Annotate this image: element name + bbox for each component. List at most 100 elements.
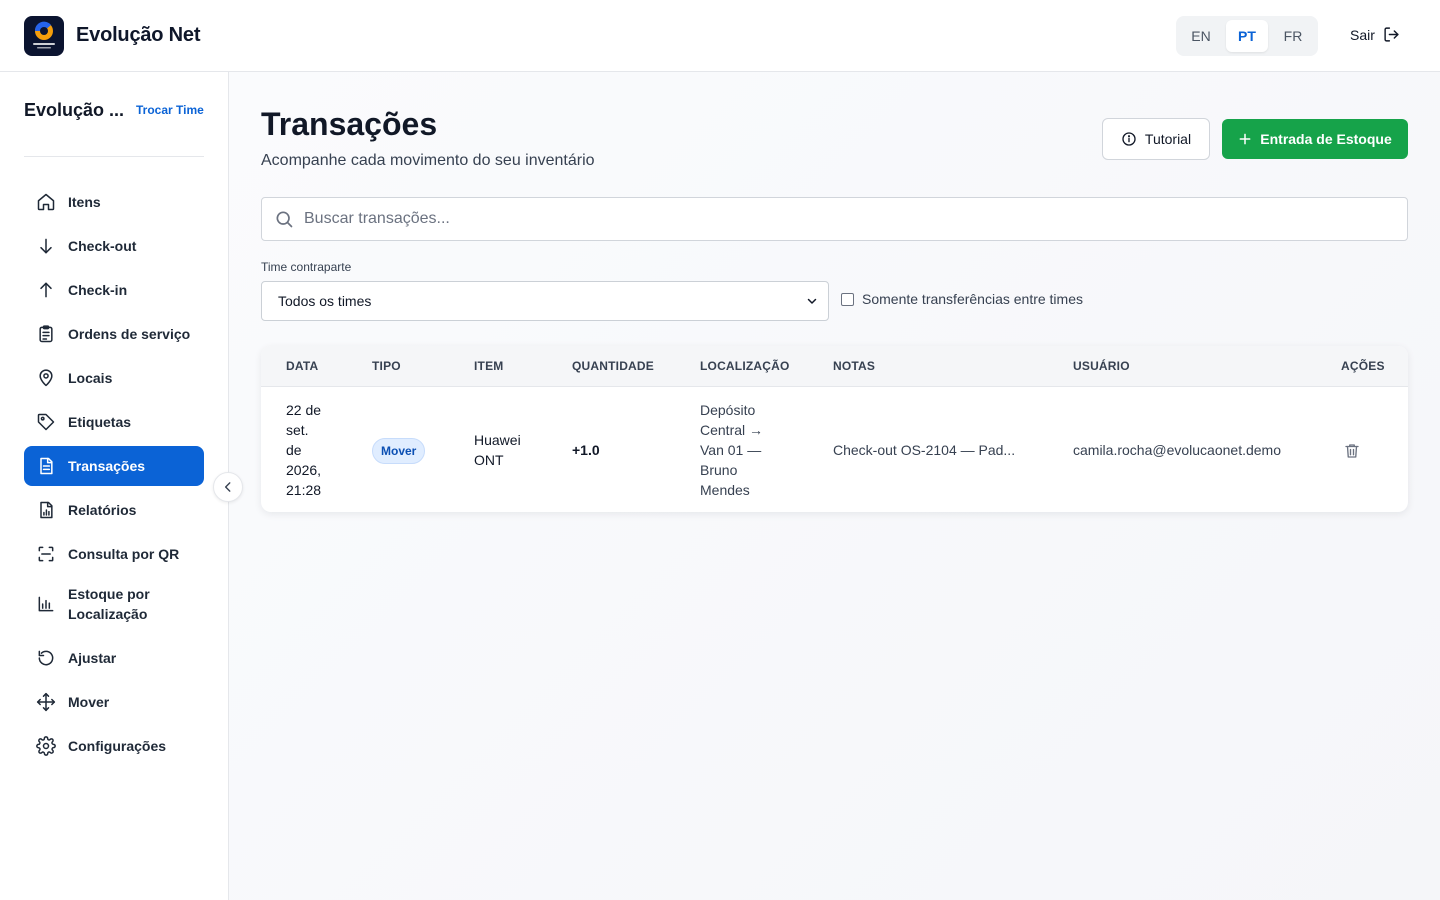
cell-notes: Check-out OS-2104 — Pad... <box>833 442 1016 458</box>
logout-button[interactable]: Sair <box>1350 26 1400 43</box>
info-icon <box>1122 132 1136 146</box>
sidebar-item-ordens-de-servico[interactable]: Ordens de serviço <box>24 314 204 354</box>
sidebar-item-mover[interactable]: Mover <box>24 682 204 722</box>
cell-date-line: 2026, <box>286 462 322 478</box>
sidebar-item-label: Ordens de serviço <box>68 326 191 342</box>
tag-icon <box>36 412 56 432</box>
chevron-down-icon <box>807 298 817 304</box>
cell-location: Depósito Central → Van 01 — Bruno Mendes <box>700 400 763 500</box>
table-header: DATA TIPO ITEM QUANTIDADE LOCALIZAÇÃO NO… <box>261 346 1408 387</box>
brand-logo[interactable] <box>24 16 64 56</box>
tutorial-button[interactable]: Tutorial <box>1102 118 1210 160</box>
sidebar-item-label: Mover <box>68 694 110 710</box>
cell-location-line: Central → <box>700 422 764 438</box>
search-input[interactable] <box>304 210 1384 228</box>
counterpart-team-select[interactable]: Todos os times <box>261 281 829 321</box>
cell-date-line: de <box>286 442 302 458</box>
cell-date-line: set. <box>286 422 309 438</box>
sidebar-item-label: Check-in <box>68 282 128 298</box>
sidebar-item-locais[interactable]: Locais <box>24 358 204 398</box>
arrow-down-icon <box>36 236 56 256</box>
cell-date-line: 22 de <box>286 402 322 418</box>
sidebar-item-label: Itens <box>68 194 101 210</box>
document-icon <box>36 456 56 476</box>
column-header-actions: AÇÕES <box>1341 359 1385 373</box>
cell-location-line: Bruno <box>700 462 738 478</box>
sidebar-item-label: Estoque por Localização <box>68 586 150 622</box>
main-content: Transações Acompanhe cada movimento do s… <box>229 72 1440 900</box>
logout-label: Sair <box>1350 26 1375 43</box>
cell-date: 22 de set. de 2026, 21:28 <box>286 400 321 500</box>
bar-chart-icon <box>36 594 56 614</box>
sidebar-item-label: Check-out <box>68 238 137 254</box>
sidebar-item-label: Ajustar <box>68 650 117 666</box>
cell-user: camila.rocha@evolucaonet.demo <box>1073 442 1281 458</box>
stock-entry-label: Entrada de Estoque <box>1260 131 1392 147</box>
select-value: Todos os times <box>278 293 372 309</box>
sidebar-item-label: Configurações <box>68 738 167 754</box>
cell-quantity: +1.0 <box>572 442 600 458</box>
counterpart-team-label: Time contraparte <box>261 260 352 274</box>
switch-team-link[interactable]: Trocar Time <box>136 103 204 117</box>
search-bar <box>261 197 1408 241</box>
cell-item-line: ONT <box>474 452 504 468</box>
sidebar-item-estoque-por-localizacao[interactable]: Estoque por Localização <box>24 578 204 630</box>
brand-name: Evolução Net <box>76 24 201 46</box>
chevron-left-icon <box>224 482 231 492</box>
inter-team-checkbox[interactable] <box>841 292 854 306</box>
tutorial-label: Tutorial <box>1144 131 1192 147</box>
column-header-notes[interactable]: NOTAS <box>833 359 875 373</box>
logout-icon <box>1384 27 1399 42</box>
sidebar-item-relatorios[interactable]: Relatórios <box>24 490 204 530</box>
sidebar-divider <box>24 156 204 157</box>
language-pt-button[interactable]: PT <box>1226 20 1268 52</box>
sidebar-item-itens[interactable]: Itens <box>24 182 204 222</box>
move-icon <box>36 692 56 712</box>
page-title: Transações <box>261 106 438 142</box>
language-en-button[interactable]: EN <box>1180 20 1222 52</box>
plus-icon <box>1239 133 1251 145</box>
column-header-item[interactable]: ITEM <box>474 359 503 373</box>
sidebar-item-label: Relatórios <box>68 502 137 518</box>
sidebar-item-transacoes[interactable]: Transações <box>24 446 204 486</box>
collapse-sidebar-button[interactable] <box>213 472 243 502</box>
stock-entry-button[interactable]: Entrada de Estoque <box>1222 119 1408 159</box>
column-header-quantity[interactable]: QUANTIDADE <box>572 359 654 373</box>
sidebar-nav: Itens Check-out Check-in Ordens de servi… <box>24 182 204 770</box>
sidebar: Evolução ... Trocar Time Itens Check-out… <box>0 72 229 900</box>
sidebar-item-etiquetas[interactable]: Etiquetas <box>24 402 204 442</box>
top-bar: Evolução Net EN PT FR Sair <box>0 0 1440 72</box>
inter-team-filter: Somente transferências entre times <box>841 291 1083 307</box>
sidebar-item-ajustar[interactable]: Ajustar <box>24 638 204 678</box>
map-pin-icon <box>36 368 56 388</box>
sidebar-item-label: Locais <box>68 370 113 386</box>
cell-location-line: Van 01 — <box>700 442 762 458</box>
language-switcher: EN PT FR <box>1176 16 1318 56</box>
cell-location-line: Depósito <box>700 402 756 418</box>
search-icon <box>276 211 293 228</box>
column-header-user[interactable]: USUÁRIO <box>1073 359 1130 373</box>
sidebar-item-label: Consulta por QR <box>68 546 180 562</box>
column-header-date[interactable]: DATA <box>286 359 318 373</box>
trash-icon[interactable] <box>1343 442 1361 460</box>
cell-location-line: Mendes <box>700 482 750 498</box>
type-badge: Mover <box>372 438 426 464</box>
gear-icon <box>36 736 56 756</box>
column-header-location[interactable]: LOCALIZAÇÃO <box>700 359 790 373</box>
arrow-up-icon <box>36 280 56 300</box>
qr-scan-icon <box>36 544 56 564</box>
column-header-type[interactable]: TIPO <box>372 359 401 373</box>
inter-team-label: Somente transferências entre times <box>862 291 1083 307</box>
rotate-icon <box>36 648 56 668</box>
cell-item-line: Huawei <box>474 432 521 448</box>
sidebar-item-check-out[interactable]: Check-out <box>24 226 204 266</box>
language-fr-button[interactable]: FR <box>1272 20 1314 52</box>
home-icon <box>36 192 56 212</box>
clipboard-icon <box>36 324 56 344</box>
sidebar-item-consulta-por-qr[interactable]: Consulta por QR <box>24 534 204 574</box>
sidebar-item-check-in[interactable]: Check-in <box>24 270 204 310</box>
page-subtitle: Acompanhe cada movimento do seu inventár… <box>261 152 595 169</box>
sidebar-item-configuracoes[interactable]: Configurações <box>24 726 204 766</box>
team-name: Evolução ... <box>24 100 125 120</box>
cell-date-line: 21:28 <box>286 482 322 498</box>
